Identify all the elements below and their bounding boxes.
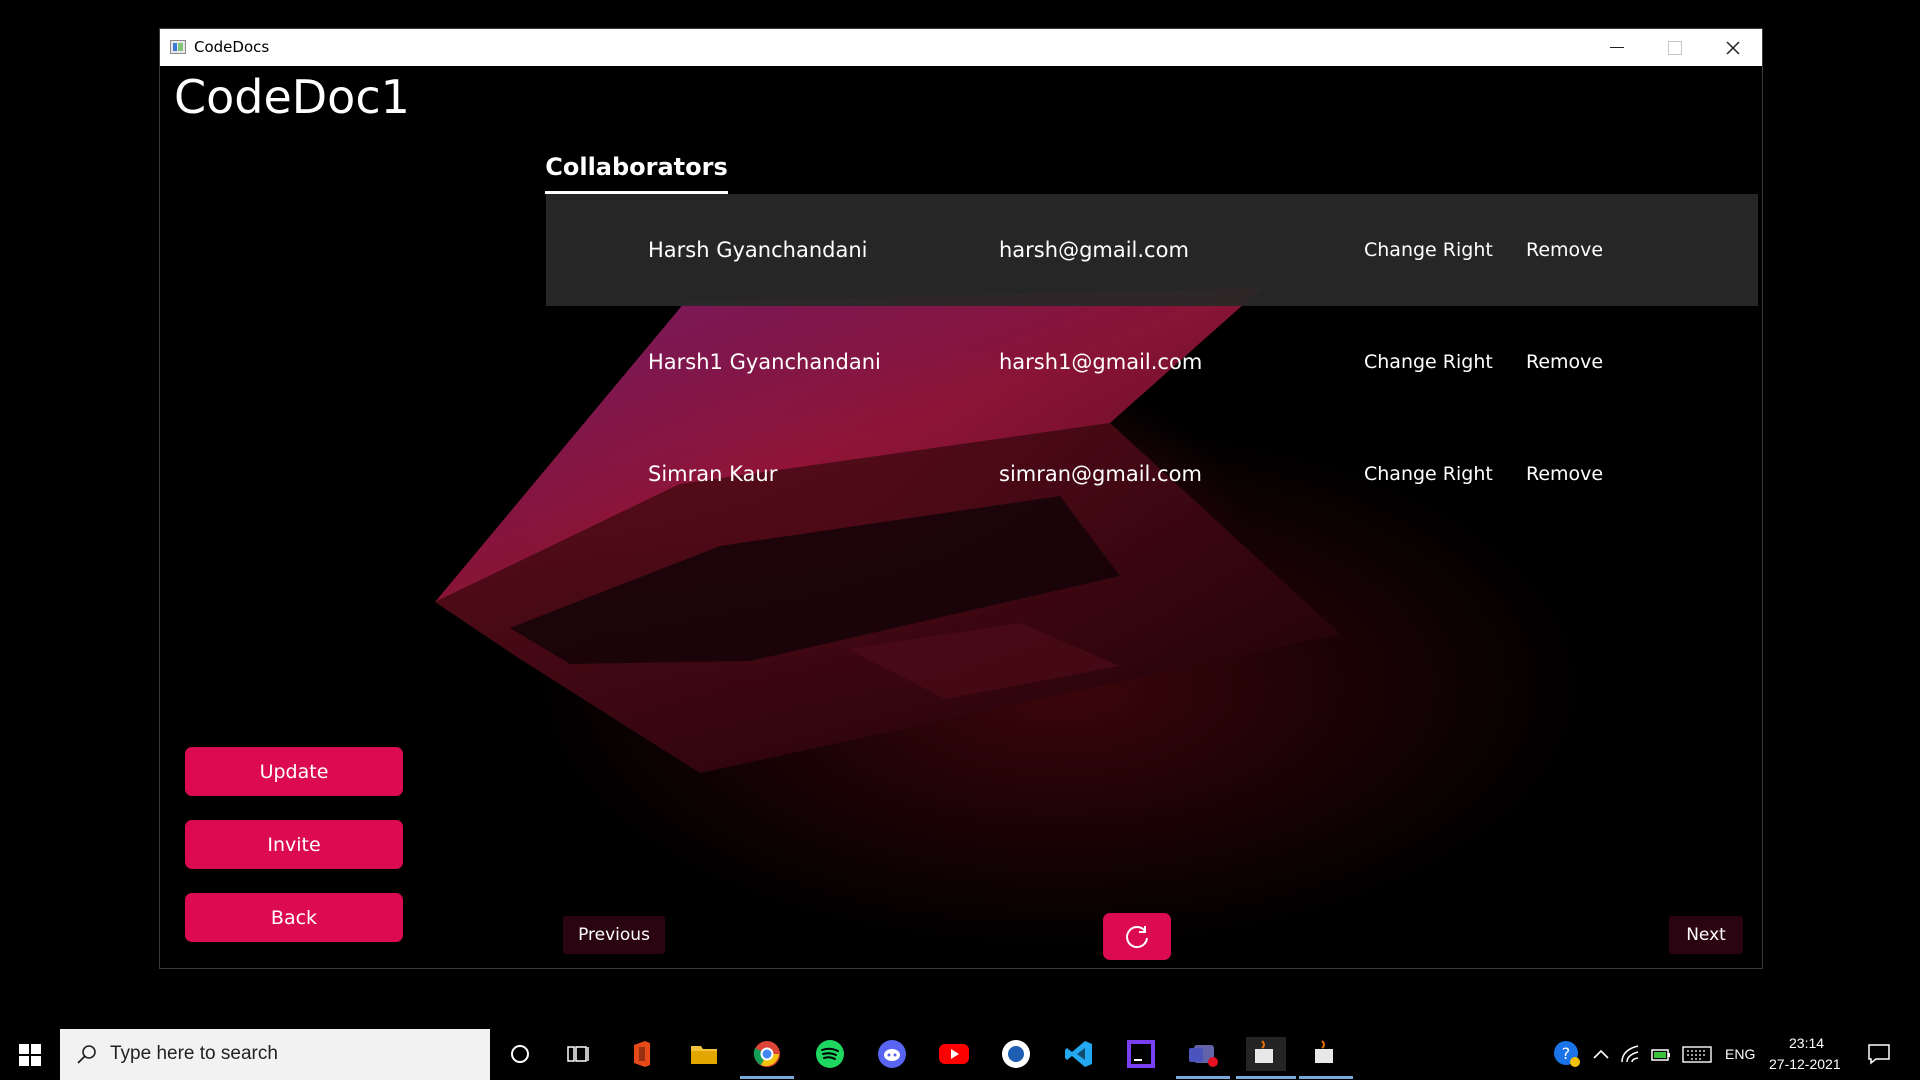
discord-icon[interactable] [875, 1037, 909, 1071]
document-title: CodeDoc1 [174, 70, 410, 124]
office-icon[interactable] [625, 1037, 659, 1071]
app-icon [170, 40, 186, 54]
collaborator-name: Harsh1 Gyanchandani [648, 350, 881, 374]
language-indicator[interactable]: ENG [1725, 1046, 1755, 1062]
refresh-icon [1126, 925, 1148, 948]
spotify-icon[interactable] [813, 1037, 847, 1071]
start-button[interactable] [0, 1029, 60, 1080]
collaborator-row[interactable]: Harsh Gyanchandani harsh@gmail.com Chang… [546, 194, 1758, 306]
collaborator-email: harsh@gmail.com [999, 238, 1189, 262]
refresh-button[interactable] [1103, 913, 1171, 960]
collaborator-email: harsh1@gmail.com [999, 350, 1203, 374]
collaborator-name: Harsh Gyanchandani [648, 238, 868, 262]
remove-button[interactable]: Remove [1526, 418, 1603, 530]
keyboard-icon[interactable] [1680, 1037, 1714, 1071]
window-title: CodeDocs [194, 38, 270, 56]
collaborator-row[interactable]: Harsh1 Gyanchandani harsh1@gmail.com Cha… [546, 306, 1758, 418]
collaborators-list: Harsh Gyanchandani harsh@gmail.com Chang… [546, 194, 1758, 530]
wifi-icon[interactable] [1614, 1037, 1648, 1071]
chevron-up-icon[interactable] [1584, 1037, 1618, 1071]
maximize-button[interactable] [1646, 29, 1704, 66]
next-button[interactable]: Next [1669, 916, 1743, 954]
intellij-icon[interactable] [1124, 1037, 1158, 1071]
title-bar[interactable]: CodeDocs [160, 29, 1762, 66]
taskbar: Type here to search ? ENG 23:14 27-12-20… [0, 1029, 1920, 1080]
remove-button[interactable]: Remove [1526, 306, 1603, 418]
clock-date[interactable]: 27-12-2021 [1769, 1056, 1841, 1072]
file-explorer-icon[interactable] [687, 1037, 721, 1071]
app-window: CodeDocs CodeDoc1 Collaborators Harsh Gy… [159, 28, 1763, 969]
java-app-icon[interactable] [1236, 1037, 1296, 1079]
youtube-icon[interactable] [937, 1037, 971, 1071]
teams-icon[interactable] [1176, 1037, 1230, 1079]
remove-button[interactable]: Remove [1526, 194, 1603, 306]
java-app-icon-2[interactable] [1299, 1037, 1353, 1079]
tab-collaborators[interactable]: Collaborators [545, 149, 728, 194]
vscode-icon[interactable] [1062, 1037, 1096, 1071]
tab-label: Collaborators [545, 153, 728, 181]
help-icon[interactable]: ? [1550, 1037, 1584, 1071]
search-placeholder: Type here to search [110, 1043, 278, 1064]
task-view-icon[interactable] [562, 1037, 596, 1071]
battery-icon[interactable] [1645, 1037, 1679, 1071]
update-button[interactable]: Update [185, 747, 403, 796]
collaborator-email: simran@gmail.com [999, 462, 1202, 486]
minimize-button[interactable] [1588, 29, 1646, 66]
svg-text:?: ? [1562, 1044, 1571, 1063]
cortana-icon[interactable] [503, 1037, 537, 1071]
close-button[interactable] [1704, 29, 1762, 66]
close-icon [1726, 40, 1740, 55]
change-right-button[interactable]: Change Right [1364, 306, 1493, 418]
taskbar-search[interactable]: Type here to search [60, 1029, 490, 1080]
clock-time[interactable]: 23:14 [1789, 1035, 1824, 1051]
notifications-icon[interactable] [1862, 1037, 1896, 1071]
chrome-icon[interactable] [740, 1037, 794, 1079]
change-right-button[interactable]: Change Right [1364, 418, 1493, 530]
search-icon [77, 1045, 96, 1064]
windows-icon [19, 1043, 41, 1066]
collaborator-name: Simran Kaur [648, 462, 778, 486]
wsl-app-icon[interactable] [999, 1037, 1033, 1071]
collaborator-row[interactable]: Simran Kaur simran@gmail.com Change Righ… [546, 418, 1758, 530]
change-right-button[interactable]: Change Right [1364, 194, 1493, 306]
invite-button[interactable]: Invite [185, 820, 403, 869]
back-button[interactable]: Back [185, 893, 403, 942]
previous-button[interactable]: Previous [563, 916, 665, 954]
